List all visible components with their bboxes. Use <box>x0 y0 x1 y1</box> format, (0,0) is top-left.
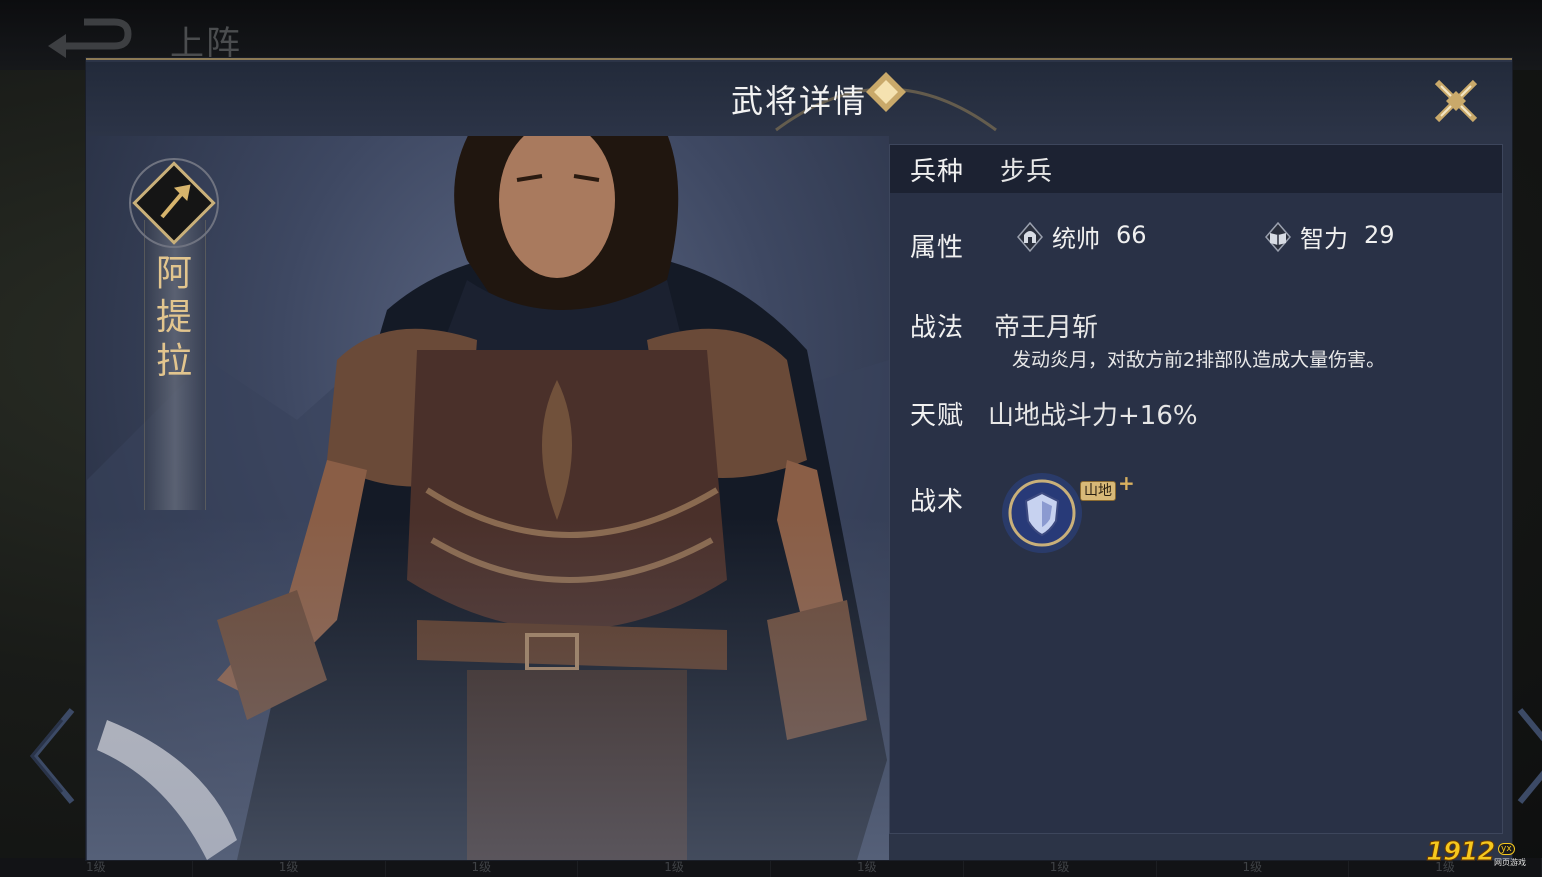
level-cell: 1级 <box>386 858 579 877</box>
site-watermark: 1912 yx 网页游戏 <box>1425 835 1536 869</box>
talent-label: 天赋 <box>910 401 965 431</box>
skill-label: 战法 <box>910 313 965 343</box>
troop-label: 兵种 <box>910 157 965 187</box>
back-arrow-icon[interactable] <box>44 18 132 58</box>
watermark-logo: 1912 <box>1425 837 1495 868</box>
next-hero-arrow-icon[interactable] <box>1516 706 1542 806</box>
portrait-mist <box>87 516 889 860</box>
attributes-label: 属性 <box>910 233 965 263</box>
level-cell: 1级 <box>964 858 1157 877</box>
tactic-plus: + <box>1118 471 1135 495</box>
spear-icon <box>129 158 219 248</box>
tactic-terrain-tag: 山地 <box>1080 481 1116 501</box>
command-name: 统帅 <box>1052 225 1100 253</box>
shield-icon[interactable] <box>1000 471 1084 555</box>
dialog-title: 武将详情 <box>730 82 867 120</box>
troop-value: 步兵 <box>1000 157 1053 187</box>
talent-value: 山地战斗力+16% <box>988 401 1198 431</box>
level-cell: 1级 <box>1157 858 1350 877</box>
watermark-badge: yx <box>1498 843 1515 855</box>
intellect-name: 智力 <box>1300 225 1348 253</box>
helmet-icon <box>1017 221 1043 253</box>
level-cell: 1级 <box>0 858 193 877</box>
close-icon[interactable] <box>1431 76 1481 126</box>
level-cell: 1级 <box>193 858 386 877</box>
skill-description: 发动炎月，对敌方前2排部队造成大量伤害。 <box>1012 349 1386 371</box>
tactic-label: 战术 <box>910 487 965 517</box>
command-value: 66 <box>1116 221 1147 249</box>
prev-hero-arrow-icon[interactable] <box>26 706 76 806</box>
info-panel: 兵种 步兵 属性 统帅 66 智力 29 战法 帝王月斩 发动炎月，对敌方前2排… <box>889 144 1503 834</box>
level-strip: 1级 1级 1级 1级 1级 1级 1级 1级 <box>0 858 1542 877</box>
troop-row <box>890 145 1502 193</box>
level-cell: 1级 <box>578 858 771 877</box>
hero-detail-dialog: 阿提拉 武将详情 兵种 步兵 属性 统帅 66 智力 29 战法 帝王月斩 发动… <box>86 58 1512 860</box>
level-cell: 1级 <box>771 858 964 877</box>
intellect-value: 29 <box>1364 221 1395 249</box>
skill-name: 帝王月斩 <box>994 313 1099 343</box>
hero-name: 阿提拉 <box>155 253 192 382</box>
book-icon <box>1265 221 1291 253</box>
watermark-caption: 网页游戏 <box>1494 858 1526 867</box>
